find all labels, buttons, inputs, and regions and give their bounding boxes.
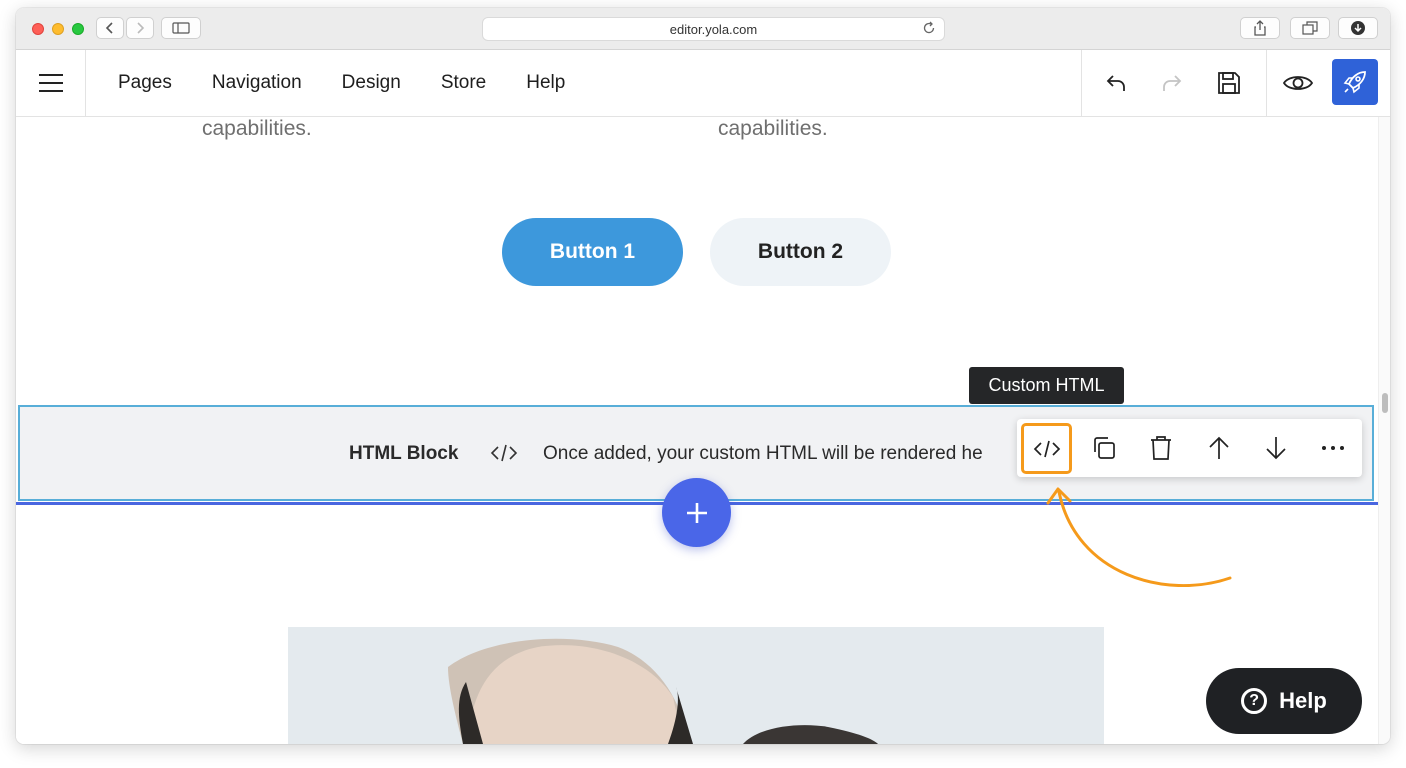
move-down-button[interactable] — [1250, 419, 1302, 477]
editor-topbar: Pages Navigation Design Store Help — [16, 50, 1390, 117]
nav-design[interactable]: Design — [342, 72, 401, 94]
more-options-button[interactable] — [1307, 419, 1359, 477]
add-block-button[interactable] — [662, 478, 731, 547]
hamburger-icon — [38, 74, 63, 92]
help-button[interactable]: ? Help — [1206, 668, 1362, 734]
button-2[interactable]: Button 2 — [710, 218, 891, 286]
sidebar-toggle-button[interactable] — [161, 17, 201, 39]
nav-help[interactable]: Help — [526, 72, 565, 94]
plus-icon — [686, 502, 707, 523]
nav-pages[interactable]: Pages — [118, 72, 172, 94]
scrollbar-thumb[interactable] — [1382, 393, 1388, 413]
browser-titlebar: editor.yola.com — [16, 8, 1390, 50]
redo-button[interactable] — [1144, 50, 1200, 116]
feature-caption-left: capabilities. — [202, 117, 312, 140]
edit-html-button[interactable] — [1021, 423, 1072, 474]
help-label: Help — [1279, 688, 1327, 713]
move-up-button[interactable] — [1193, 419, 1245, 477]
undo-button[interactable] — [1088, 50, 1144, 116]
address-bar[interactable]: editor.yola.com — [482, 17, 945, 41]
arrow-down-icon — [1266, 437, 1286, 460]
reload-icon[interactable] — [922, 21, 936, 38]
page-canvas: capabilities. capabilities. Button 1 But… — [16, 117, 1378, 744]
nav-store[interactable]: Store — [441, 72, 486, 94]
arrow-up-icon — [1209, 436, 1229, 459]
downloads-button[interactable] — [1338, 17, 1378, 39]
html-block-title: HTML Block — [349, 443, 459, 464]
delete-button[interactable] — [1135, 419, 1187, 477]
menu-button[interactable] — [16, 50, 86, 116]
sidebar-icon — [172, 22, 190, 34]
copy-icon — [1094, 437, 1115, 459]
question-icon: ? — [1241, 688, 1268, 714]
save-icon — [1218, 72, 1240, 94]
close-window-button[interactable] — [32, 23, 44, 35]
back-button[interactable] — [96, 17, 124, 39]
duplicate-button[interactable] — [1078, 419, 1130, 477]
feature-caption-right: capabilities. — [718, 117, 828, 140]
zoom-window-button[interactable] — [72, 23, 84, 35]
topbar-divider — [1081, 50, 1082, 116]
tabs-icon — [1302, 21, 1318, 35]
tabs-button[interactable] — [1290, 17, 1330, 39]
more-icon — [1322, 446, 1344, 450]
browser-window: editor.yola.com Pages Navigation Design … — [16, 8, 1390, 744]
main-nav: Pages Navigation Design Store Help — [118, 50, 605, 116]
share-icon — [1254, 20, 1266, 36]
nav-navigation[interactable]: Navigation — [212, 72, 302, 94]
publish-button[interactable] — [1332, 59, 1378, 105]
forward-button[interactable] — [126, 17, 154, 39]
people-photo-icon — [288, 627, 1104, 744]
undo-icon — [1106, 75, 1125, 91]
custom-html-tooltip: Custom HTML — [969, 367, 1124, 404]
download-icon — [1351, 21, 1365, 35]
code-icon — [489, 441, 519, 470]
preview-button[interactable] — [1270, 50, 1326, 116]
hero-photo — [288, 627, 1104, 744]
save-button[interactable] — [1201, 50, 1257, 116]
share-button[interactable] — [1240, 17, 1280, 39]
eye-icon — [1282, 76, 1314, 90]
trash-icon — [1151, 436, 1171, 460]
code-icon — [1033, 440, 1060, 457]
url-text: editor.yola.com — [669, 21, 758, 37]
html-block-placeholder: Once added, your custom HTML will be ren… — [543, 443, 983, 464]
block-toolbar — [1017, 419, 1362, 477]
minimize-window-button[interactable] — [52, 23, 64, 35]
chevron-right-icon — [137, 22, 145, 34]
topbar-divider — [1266, 50, 1267, 116]
button-1[interactable]: Button 1 — [502, 218, 683, 286]
rocket-icon — [1343, 71, 1366, 94]
annotation-arrow — [1046, 487, 1232, 587]
page-scrollbar[interactable] — [1378, 117, 1390, 744]
chevron-left-icon — [105, 22, 113, 34]
redo-icon — [1163, 75, 1182, 91]
